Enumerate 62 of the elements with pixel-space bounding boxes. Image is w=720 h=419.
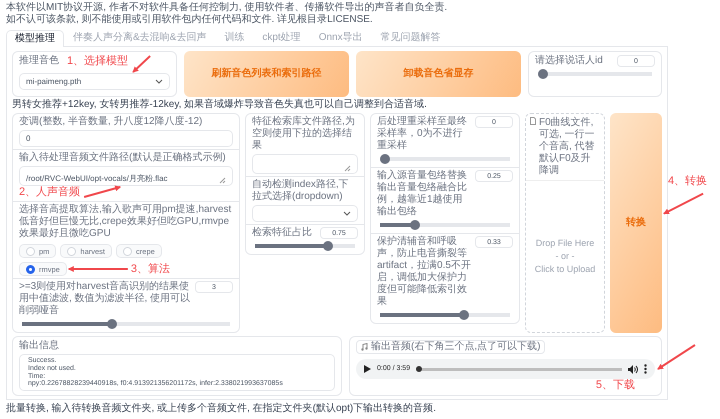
upload-area[interactable]: F0曲线文件, 可选, 一行一个音高, 代替默认F0及升降调 Drop File Here - or - Click to Upload (525, 113, 605, 333)
slider[interactable] (538, 69, 652, 79)
field-label: 推理音色 (19, 55, 59, 67)
number-field[interactable]: 0 (19, 130, 233, 147)
annotation-label: 1、选择模型 (67, 55, 128, 68)
tab[interactable]: 模型推理 (6, 30, 64, 47)
field-label: 选择音高提取算法,输入歌声可用pm提速,harvest低音好但巨慢无比,crepe效果好但吃GPU,rmvpe效果最好且微吃GPU (19, 204, 232, 240)
annotation-label: 4、转换 (668, 174, 708, 188)
upload-hint: Click to Upload (534, 264, 596, 275)
field-value: /root/RVC-WebUI/opt-vocals/月亮粉.flac (26, 174, 168, 184)
field-label: 检索特征占比 (252, 227, 312, 239)
field-label: F0曲线文件, 可选, 一行一个音高, 代替默认F0及升降调 (539, 117, 596, 177)
upload-hint: Drop File Here (536, 238, 594, 250)
text-field[interactable]: /root/RVC-WebUI/opt-vocals/月亮粉.flac (19, 166, 233, 186)
annotation-arrow (132, 55, 151, 73)
slider-thumb[interactable] (107, 319, 118, 329)
annotation-label: 3、算法 (130, 262, 170, 276)
file-icon (530, 117, 536, 125)
field-label: 保护清辅音和呼吸声，防止电音撕裂等artifact，拉满0.5不开启，调低加大保护力度但可能降低索引效果 (377, 236, 471, 308)
slider-thumb[interactable] (459, 310, 470, 320)
field-label: 自动检测index路径,下拉式选择(dropdown) (252, 179, 350, 203)
batch-note: 批量转换, 输入待转换音频文件夹, 或上传多个音频文件, 在指定文件夹(默认opt)下输出转换的音频. (6, 403, 438, 415)
model-dropdown[interactable]: mi-paimeng.pth (19, 73, 170, 90)
annotation-arrow (84, 185, 122, 198)
upload-hint: - or - (556, 251, 574, 262)
tab[interactable]: Onnx导出 (310, 29, 372, 46)
annotation-label: 5、下载 (596, 379, 635, 392)
volume-icon (628, 364, 638, 374)
chevron-down-icon (343, 211, 351, 216)
field-label: 输出信息 (19, 340, 60, 352)
dropdown-value: mi-paimeng.pth (26, 76, 82, 86)
radio-indicator[interactable] (26, 264, 35, 274)
slider-thumb[interactable] (410, 220, 420, 230)
audio-progress[interactable] (416, 366, 622, 372)
tab[interactable]: 训练 (215, 29, 254, 46)
slider-thumb[interactable] (322, 241, 332, 251)
annotation-arrow (663, 192, 704, 214)
hint-text: 男转女推荐+12key, 女转男推荐-12key, 如果音域爆炸导致音色失真也可以自己调整到合适音域. (12, 99, 428, 111)
slider[interactable] (380, 154, 510, 164)
field-label: 后处理重采样至最终采样率，0为不进行重采样 (377, 116, 468, 152)
slider-thumb[interactable] (538, 69, 548, 79)
more-icon (644, 364, 647, 374)
field-label: 变调(整数, 半音数量, 升八度12降八度-12) (19, 116, 204, 128)
resize-handle-icon (219, 177, 226, 184)
text-field[interactable] (252, 154, 358, 174)
field-label: >=3则使用对harvest音高识别的结果使用中值滤波, 数值为滤波半径, 使用可以削弱哑音 (19, 281, 191, 317)
resize-handle-icon (344, 165, 351, 172)
progress-thumb[interactable] (416, 366, 422, 372)
field-label: 特征检索库文件路径,为空则使用下拉的选择结果 (252, 116, 356, 152)
chevron-down-icon (155, 79, 163, 84)
field-label: 请选择说话人id (535, 55, 603, 67)
notice-text: 本软件以MIT协议开源, 作者不对软件具备任何控制力, 使用软件者、传播软件导出的声音者自负全责. (6, 2, 448, 14)
field-label: 输入源音量包络替换输出音量包络融合比例，越靠近1越使用输出包络 (377, 170, 468, 218)
annotation-arrow (68, 266, 128, 272)
slider-thumb[interactable] (380, 154, 390, 164)
field-label: 输出音频(右下角三个点,点了可以下载) (371, 341, 540, 353)
annotation-label: 2、人声音频 (19, 186, 80, 199)
field-label: 输入待处理音频文件路径(默认是正确格式示例) (19, 152, 227, 164)
music-note-icon (361, 343, 368, 351)
play-icon (364, 365, 371, 373)
notice-text: 如不认可该条款, 则不能使用或引用软件包内任何代码和文件. 详见根目录LICENSE. (6, 14, 374, 26)
annotation-arrow (657, 344, 696, 370)
